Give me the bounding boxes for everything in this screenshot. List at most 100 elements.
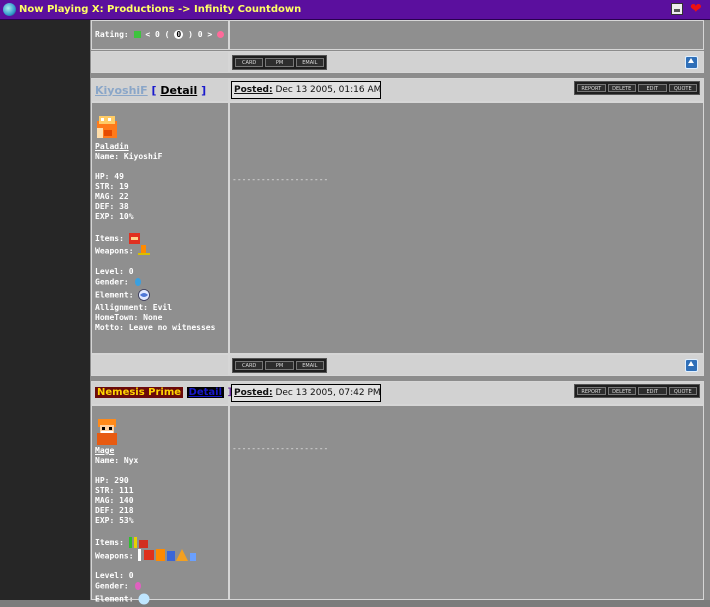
report-button[interactable]: REPORT [577,387,606,395]
post1-exp: EXP: 10% [95,212,134,221]
post1-def: DEF: 38 [95,202,129,211]
element-icon [138,289,151,301]
rating-control: Rating: < 0 ( 0 ) 0 > [95,30,225,39]
post2-class-link[interactable]: Mage [95,446,198,456]
post1-motto: Motto: Leave no witnesses [95,323,216,332]
delete-button[interactable]: DELETE [607,387,636,395]
post1-posted-label[interactable]: Posted: [234,85,273,95]
item-icon [128,537,148,548]
rating-gt: ) 0 > [188,30,213,39]
paladin-sprite [97,116,117,138]
post2-signature: -------------------- [232,444,329,453]
post1-hometown: HomeTown: None [95,313,163,322]
gender-icon [134,582,141,590]
delete-button[interactable]: DELETE [607,84,636,92]
post1-detail-close: ] [201,84,207,97]
post1-detail-link[interactable]: Detail [160,84,197,97]
post2-posted-label[interactable]: Posted: [234,388,273,398]
pm-button[interactable]: PM [265,361,294,370]
post2-author: Nemesis Prime Detail ] [95,387,232,398]
post1-class-link[interactable]: Paladin [95,142,215,152]
post2-element-label: Element: [95,594,134,604]
post1-posted-date: Dec 13 2005, 01:16 AM [275,85,382,95]
quote-button[interactable]: QUOTE [668,84,697,92]
rating-zero: 0 [174,30,184,39]
window-titlebar: Now Playing X: Productions -> Infinity C… [0,0,710,20]
post2-weapons-row: Weapons: [95,549,198,563]
post1-detail-open: [ [151,84,157,97]
prev-post-body-cell [229,20,704,50]
post2-mag: MAG: 140 [95,496,134,505]
report-button[interactable]: REPORT [577,84,606,92]
post1-action-buttons: REPORT DELETE EDIT QUOTE [574,81,700,95]
rating-plus-icon[interactable] [133,31,141,38]
post1-name: Name: KiyoshiF [95,152,163,161]
post2-level: Level: 0 [95,571,134,580]
post1-str: STR: 19 [95,182,129,191]
post1-weapons-row: Weapons: [95,245,215,259]
email-button[interactable]: EMAIL [295,361,324,370]
post2-posted-box: Posted: Dec 13 2005, 07:42 PM [231,384,381,402]
post2-hp: HP: 290 [95,476,129,485]
post2-items-label: Items: [95,538,124,547]
post2-element-row: Element: [95,593,198,607]
post2-exp: EXP: 53% [95,516,134,525]
contact-buttons: CARD PM EMAIL [232,55,327,70]
mage-sprite [97,419,117,445]
element-icon [138,593,150,605]
post2-gender-label: Gender: [95,581,129,591]
weapon-icon [138,549,197,561]
post2-name: Name: Nyx [95,456,139,465]
post2-gender-row: Gender: [95,581,198,593]
browser-icon [3,3,16,16]
weapon-icon [138,245,151,255]
post2-items-row: Items: [95,537,198,549]
email-button[interactable]: EMAIL [295,58,324,67]
rating-lt: < 0 ( [145,30,170,39]
card-button[interactable]: CARD [235,58,264,67]
post1-posted-box: Posted: Dec 13 2005, 01:16 AM [231,81,381,99]
post2-username-link[interactable]: Nemesis Prime [95,387,184,398]
post1-username-link[interactable]: KiyoshiF [95,84,148,97]
post2-str: STR: 111 [95,486,134,495]
post1-element-label: Element: [95,290,134,300]
post1-hp: HP: 49 [95,172,124,181]
heart-icon[interactable]: ❤ [690,2,704,16]
post1-level: Level: 0 [95,267,134,276]
quote-button[interactable]: QUOTE [668,387,697,395]
scroll-top-icon[interactable] [685,56,698,69]
post2-action-buttons: REPORT DELETE EDIT QUOTE [574,384,700,398]
post2-stats: Mage Name: Nyx HP: 290 STR: 111 MAG: 140… [95,446,198,607]
post1-weapons-label: Weapons: [95,246,134,256]
scroll-top-icon[interactable] [685,359,698,372]
post2-weapons-label: Weapons: [95,551,134,561]
window-title: Now Playing X: Productions -> Infinity C… [19,4,302,15]
post1-content-cell [229,102,704,354]
post1-stats: Paladin Name: KiyoshiF HP: 49 STR: 19 MA… [95,142,215,333]
post1-author: KiyoshiF [ Detail ] [95,84,206,97]
post1-items-label: Items: [95,234,124,243]
post1-element-row: Element: [95,289,215,303]
print-icon[interactable] [671,3,683,15]
rating-label: Rating: [95,30,129,39]
post1-gender-row: Gender: [95,277,215,289]
post1-gender-label: Gender: [95,277,129,287]
post1-signature: -------------------- [232,175,329,184]
edit-button[interactable]: EDIT [638,84,667,92]
post2-posted-date: Dec 13 2005, 07:42 PM [275,388,381,398]
post2-def: DEF: 218 [95,506,134,515]
post1-mag: MAG: 22 [95,192,129,201]
post2-detail-link[interactable]: Detail [186,387,225,398]
pm-button[interactable]: PM [265,58,294,67]
post1-items-row: Items: [95,233,215,245]
post1-contact-buttons: CARD PM EMAIL [232,358,327,373]
item-icon [128,233,140,244]
edit-button[interactable]: EDIT [638,387,667,395]
post1-allignment: Allignment: Evil [95,303,173,312]
post-footer-left [91,51,229,73]
post1-footer-left [91,354,229,376]
card-button[interactable]: CARD [235,361,264,370]
gender-icon [134,278,141,286]
rating-minus-icon[interactable] [217,31,225,38]
post2-content-cell [229,405,704,600]
